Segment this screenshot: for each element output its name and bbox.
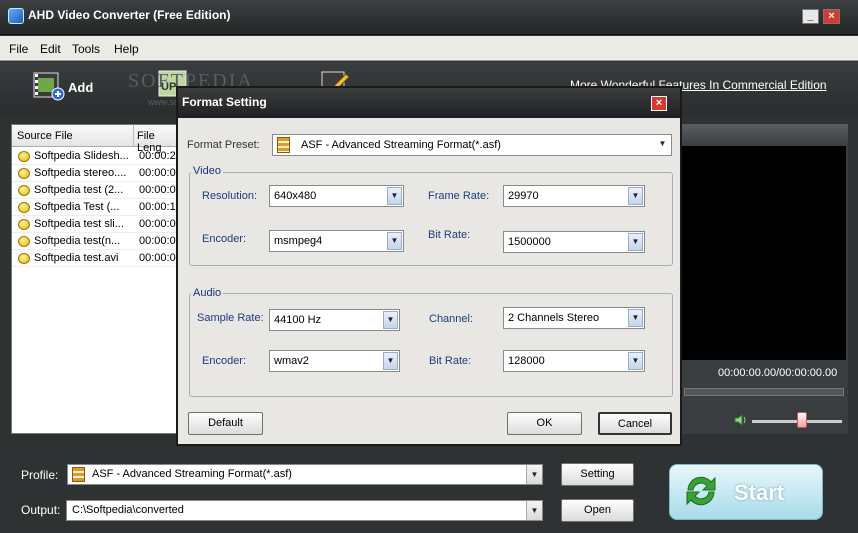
list-item[interactable]: Softpedia Slidesh... 00:00:2 <box>12 148 180 165</box>
frame-rate-select[interactable]: 29970 ▼ <box>503 185 645 207</box>
column-source-file[interactable]: Source File <box>17 130 73 142</box>
audio-encoder-select[interactable]: wmav2 ▼ <box>269 350 400 372</box>
column-divider <box>133 125 134 147</box>
file-list[interactable]: Source File File Leng Softpedia Slidesh.… <box>11 124 180 434</box>
seek-bar[interactable] <box>684 388 844 396</box>
volume-icon[interactable] <box>734 413 748 427</box>
add-video-icon[interactable] <box>32 70 66 102</box>
time-display: 00:00:00.00/00:00:00.00 <box>718 367 838 379</box>
frame-rate-label: Frame Rate: <box>428 190 490 202</box>
preview-screen <box>682 146 846 360</box>
file-status-icon <box>18 236 30 247</box>
format-icon <box>72 467 85 482</box>
dropdown-arrow-icon[interactable]: ▼ <box>628 187 643 205</box>
default-button[interactable]: Default <box>188 412 263 435</box>
format-preset-select[interactable]: ASF - Advanced Streaming Format(*.asf) ▼ <box>272 134 672 156</box>
format-icon <box>277 137 290 153</box>
dropdown-arrow-icon[interactable]: ▼ <box>628 309 643 327</box>
list-item[interactable]: Softpedia test (2... 00:00:0 <box>12 182 180 199</box>
list-item[interactable]: Softpedia stereo.... 00:00:0 <box>12 165 180 182</box>
window-title: AHD Video Converter (Free Edition) <box>28 8 231 22</box>
preview-header <box>680 124 848 146</box>
dropdown-arrow-icon[interactable]: ▼ <box>628 233 643 251</box>
list-item[interactable]: Softpedia test sli... 00:00:0 <box>12 216 180 233</box>
dialog-title: Format Setting <box>182 95 267 109</box>
add-button-label[interactable]: Add <box>68 80 93 95</box>
list-item[interactable]: Softpedia Test (... 00:00:1 <box>12 199 180 216</box>
channel-label: Channel: <box>429 313 474 325</box>
open-button[interactable]: Open <box>561 499 634 522</box>
format-preset-label: Format Preset: <box>187 139 260 151</box>
menu-file[interactable]: File <box>9 42 28 56</box>
refresh-icon[interactable] <box>680 470 722 512</box>
dropdown-arrow-icon[interactable]: ▼ <box>526 465 542 484</box>
profile-label: Profile: <box>21 468 59 482</box>
file-status-icon <box>18 202 30 213</box>
menu-edit[interactable]: Edit <box>40 42 61 56</box>
video-group-label: Video <box>191 165 223 177</box>
close-button[interactable]: × <box>823 9 840 24</box>
audio-bit-rate-select[interactable]: 128000 ▼ <box>503 350 645 372</box>
dropdown-arrow-icon[interactable]: ▼ <box>628 352 643 370</box>
audio-bit-rate-label: Bit Rate: <box>429 355 472 367</box>
list-header: Source File File Leng <box>12 125 180 154</box>
output-path-input[interactable]: C:\Softpedia\converted ▼ <box>66 500 543 521</box>
list-item[interactable]: Softpedia test.avi 00:00:0 <box>12 250 180 267</box>
file-status-icon <box>18 185 30 196</box>
dropdown-arrow-icon[interactable]: ▼ <box>383 311 398 329</box>
resolution-label: Resolution: <box>202 190 258 202</box>
file-status-icon <box>18 151 30 162</box>
audio-group-label: Audio <box>191 287 224 299</box>
file-status-icon <box>18 168 30 179</box>
minimize-button[interactable]: _ <box>802 9 819 24</box>
menu-tools[interactable]: Tools <box>72 42 100 56</box>
dropdown-arrow-icon[interactable]: ▼ <box>655 136 670 154</box>
audio-encoder-label: Encoder: <box>202 355 247 367</box>
dropdown-arrow-icon[interactable]: ▼ <box>387 187 402 205</box>
resolution-select[interactable]: 640x480 ▼ <box>269 185 404 207</box>
sample-rate-select[interactable]: 44100 Hz ▼ <box>269 309 400 331</box>
dropdown-arrow-icon[interactable]: ▼ <box>383 352 398 370</box>
ok-button[interactable]: OK <box>507 412 582 435</box>
file-status-icon <box>18 253 30 264</box>
menu-help[interactable]: Help <box>114 42 139 56</box>
video-bit-rate-label: Bit Rate: <box>428 229 471 241</box>
setting-button[interactable]: Setting <box>561 463 634 486</box>
cancel-button[interactable]: Cancel <box>598 412 672 435</box>
dialog-title-bar: Format Setting × <box>178 88 680 118</box>
video-encoder-label: Encoder: <box>202 233 247 245</box>
sample-rate-label: Sample Rate: <box>197 312 264 324</box>
dropdown-arrow-icon[interactable]: ▼ <box>387 232 402 250</box>
start-button-label[interactable]: Start <box>734 480 784 506</box>
app-icon <box>8 8 24 24</box>
volume-slider-thumb[interactable] <box>796 412 807 428</box>
list-item[interactable]: Softpedia test(n... 00:00:0 <box>12 233 180 250</box>
channel-select[interactable]: 2 Channels Stereo ▼ <box>503 307 645 329</box>
menu-bar: File Edit Tools Help <box>0 36 858 61</box>
format-setting-dialog: Format Setting × Format Preset: ASF - Ad… <box>176 86 682 446</box>
video-encoder-select[interactable]: msmpeg4 ▼ <box>269 230 404 252</box>
output-label: Output: <box>21 503 61 517</box>
dropdown-arrow-icon[interactable]: ▼ <box>526 501 542 520</box>
video-bit-rate-select[interactable]: 1500000 ▼ <box>503 231 645 253</box>
file-status-icon <box>18 219 30 230</box>
profile-select[interactable]: ASF - Advanced Streaming Format(*.asf) ▼ <box>67 464 543 485</box>
dialog-close-button[interactable]: × <box>651 96 667 111</box>
